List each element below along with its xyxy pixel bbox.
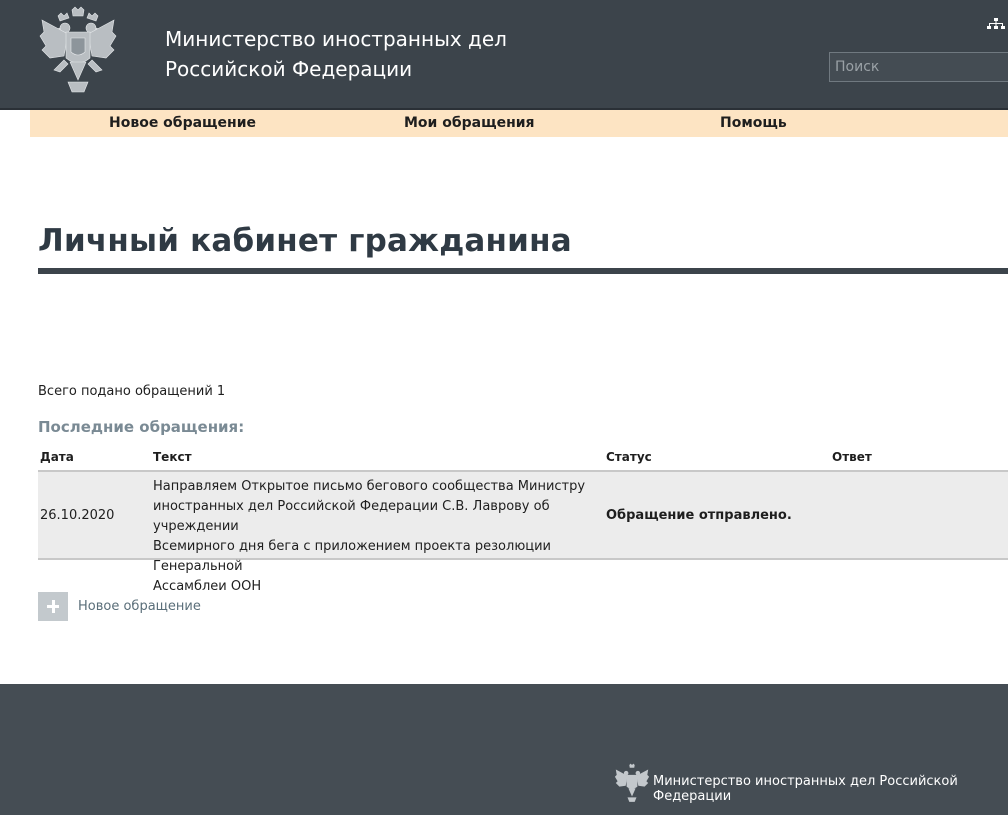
row-text-line: иностранных дел Российской Федерации С.В… [153, 499, 550, 534]
row-text-line: Ассамблеи ООН [153, 579, 262, 594]
row-text[interactable]: Направляем Открытое письмо бегового сооб… [153, 477, 608, 597]
site-title[interactable]: Министерство иностранных дел Российской … [165, 24, 507, 84]
footer-ministry-name[interactable]: Министерство иностранных дел Российской … [653, 774, 1008, 804]
table-row[interactable]: 26.10.2020 Направляем Открытое письмо бе… [38, 472, 1008, 594]
column-header-date: Дата [40, 450, 74, 464]
emblem-icon[interactable] [38, 6, 118, 94]
nav-item-new-request[interactable]: Новое обращение [109, 110, 256, 137]
page-title: Личный кабинет гражданина [38, 223, 572, 259]
search-input[interactable] [829, 52, 1008, 82]
row-text-line: Направляем Открытое письмо бегового сооб… [153, 479, 586, 494]
total-requests-text: Всего подано обращений 1 [38, 384, 226, 399]
recent-requests-heading: Последние обращения: [38, 418, 245, 436]
site-title-line1: Министерство иностранных дел [165, 27, 507, 51]
nav-item-help[interactable]: Помощь [720, 110, 787, 137]
main-nav: Новое обращение Мои обращения Помощь [30, 110, 1008, 137]
column-header-answer: Ответ [832, 450, 872, 464]
nav-item-my-requests[interactable]: Мои обращения [404, 110, 535, 137]
sitemap-icon[interactable] [987, 18, 1005, 30]
title-divider [38, 268, 1008, 274]
add-request-button[interactable] [38, 592, 68, 621]
row-status: Обращение отправлено. [606, 508, 792, 523]
new-request-link[interactable]: Новое обращение [78, 599, 201, 614]
row-date: 26.10.2020 [40, 508, 115, 523]
row-text-line: Всемирного дня бега с приложением проект… [153, 539, 552, 574]
column-header-text: Текст [153, 450, 192, 464]
footer-emblem-icon [614, 763, 650, 802]
column-header-status: Статус [606, 450, 652, 464]
site-header: Министерство иностранных дел Российской … [0, 0, 1008, 110]
site-title-line2: Российской Федерации [165, 57, 413, 81]
